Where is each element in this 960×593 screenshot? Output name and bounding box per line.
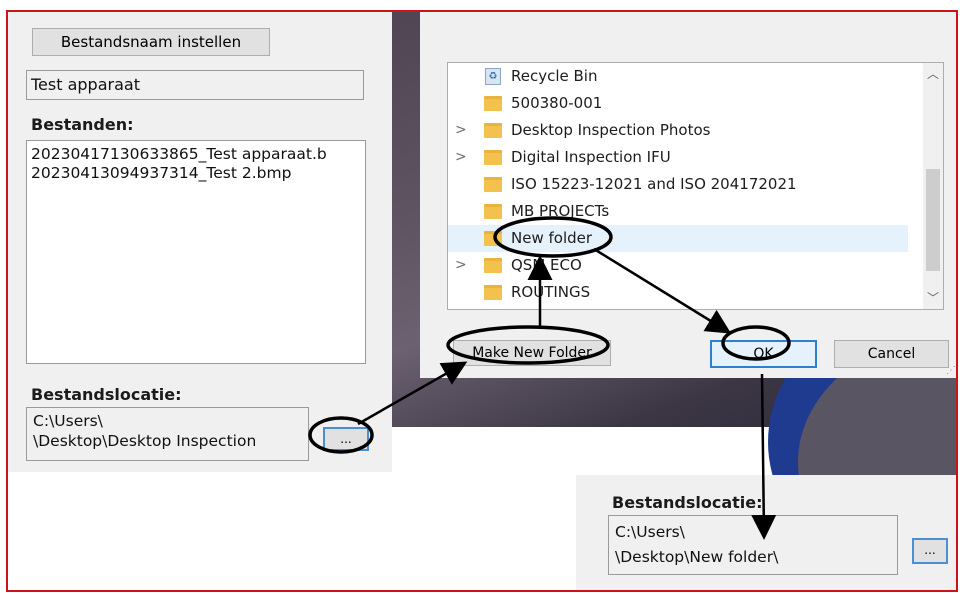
tree-item-label: New folder (511, 229, 593, 247)
tree-item-routings[interactable]: ROUTINGS (448, 279, 908, 306)
tree-item-label: Recycle Bin (511, 67, 598, 85)
make-new-folder-button[interactable]: Make New Folder (453, 340, 611, 366)
chevron-right-icon[interactable]: > (455, 252, 467, 279)
tree-item-digital-inspection-ifu[interactable]: > Digital Inspection IFU (448, 144, 908, 171)
tree-scrollbar[interactable]: ︿ ﹀ (923, 63, 943, 309)
tree-item-mb-projects[interactable]: MB PROJECTs (448, 198, 908, 225)
chevron-right-icon[interactable]: > (455, 144, 467, 171)
tree-item-label: ROUTINGS (511, 283, 591, 301)
folder-icon (484, 177, 502, 192)
tree-item-iso[interactable]: ISO 15223-12021 and ISO 204172021 (448, 171, 908, 198)
file-location-line: \Desktop\New folder\ (615, 548, 779, 566)
tree-item-label: QSM ECO (511, 256, 582, 274)
tree-item-label: Desktop Inspection Photos (511, 121, 711, 139)
file-location-field[interactable]: C:\Users\ \Desktop\New folder\ (608, 515, 898, 575)
cancel-button[interactable]: Cancel (834, 340, 949, 368)
tree-item-desktop-inspection-photos[interactable]: > Desktop Inspection Photos (448, 117, 908, 144)
file-location-field[interactable]: C:\Users\ \Desktop\Desktop Inspection (26, 407, 309, 461)
browse-location-button[interactable]: ... (323, 427, 369, 451)
list-item[interactable]: 20230413094937314_Test 2.bmp (31, 164, 361, 183)
folder-icon (484, 258, 502, 273)
tree-item-label: MB PROJECTs (511, 202, 610, 220)
list-item[interactable]: 20230417130633865_Test apparaat.b (31, 145, 361, 164)
file-location-label: Bestandslocatie: (31, 385, 182, 404)
chevron-up-icon[interactable]: ︿ (923, 65, 943, 83)
scroll-thumb[interactable] (926, 169, 940, 271)
file-location-line: C:\Users\ (615, 523, 685, 541)
ok-button[interactable]: OK (710, 340, 817, 368)
folder-icon (484, 204, 502, 219)
file-location-label: Bestandslocatie: (612, 493, 763, 512)
recycle-bin-icon: ♻ (485, 68, 501, 85)
resize-grip-icon[interactable]: ⋰ (946, 365, 956, 376)
folder-tree[interactable]: ♻ Recycle Bin 500380-001 > Desktop Inspe… (447, 62, 944, 310)
tree-item-label: Digital Inspection IFU (511, 148, 671, 166)
files-label: Bestanden: (31, 115, 134, 134)
filename-input[interactable]: Test apparaat (26, 70, 364, 100)
file-location-line: \Desktop\Desktop Inspection (33, 432, 257, 450)
tree-item-label: ISO 15223-12021 and ISO 204172021 (511, 175, 797, 193)
file-location-line: C:\Users\ (33, 412, 103, 430)
set-filename-button[interactable]: Bestandsnaam instellen (32, 28, 270, 56)
tree-item-recycle-bin[interactable]: ♻ Recycle Bin (448, 63, 908, 90)
folder-icon (484, 231, 502, 246)
chevron-right-icon[interactable]: > (455, 117, 467, 144)
folder-icon (484, 123, 502, 138)
tree-item-qsm-eco[interactable]: > QSM ECO (448, 252, 908, 279)
file-settings-panel: Bestandsnaam instellen Test apparaat Bes… (8, 12, 392, 472)
folder-icon (484, 150, 502, 165)
result-location-panel: Bestandslocatie: C:\Users\ \Desktop\New … (576, 475, 956, 590)
files-list[interactable]: 20230417130633865_Test apparaat.b 202304… (26, 140, 366, 364)
tree-item-500380-001[interactable]: 500380-001 (448, 90, 908, 117)
browse-folder-dialog: ♻ Recycle Bin 500380-001 > Desktop Inspe… (420, 12, 956, 378)
folder-icon (484, 285, 502, 300)
browse-location-button[interactable]: ... (912, 538, 948, 564)
chevron-down-icon[interactable]: ﹀ (923, 289, 943, 307)
tree-item-label: 500380-001 (511, 94, 603, 112)
folder-icon (484, 96, 502, 111)
tree-item-new-folder[interactable]: New folder (448, 225, 908, 252)
screenshot-frame: Bestandsnaam instellen Test apparaat Bes… (6, 10, 958, 592)
